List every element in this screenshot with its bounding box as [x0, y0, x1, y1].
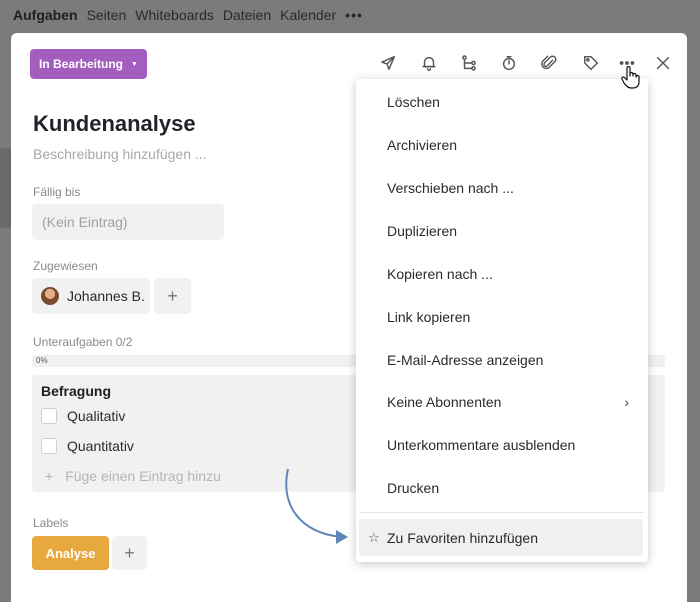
subtasks-progress-text: 0%: [36, 356, 48, 365]
avatar: [41, 287, 59, 305]
menu-item-abonnenten[interactable]: Keine Abonnenten ›: [359, 385, 643, 419]
add-checklist-item[interactable]: + Füge einen Eintrag hinzu: [45, 468, 221, 484]
checklist-item-label[interactable]: Quantitativ: [67, 438, 134, 454]
close-icon[interactable]: [653, 53, 673, 73]
nav-tab-kalender[interactable]: Kalender: [280, 7, 336, 23]
checklist-item-label[interactable]: Qualitativ: [67, 408, 125, 424]
due-label: Fällig bis: [33, 185, 81, 199]
bell-icon[interactable]: [419, 53, 439, 73]
plus-icon: +: [45, 468, 54, 484]
status-button[interactable]: In Bearbeitung ▼: [30, 49, 147, 79]
checklist-item: Quantitativ: [41, 438, 134, 454]
due-date-field[interactable]: (Kein Eintrag): [32, 204, 224, 240]
hand-cursor-icon: [621, 66, 640, 89]
checklist-title[interactable]: Befragung: [41, 383, 111, 399]
subtask-icon[interactable]: [459, 53, 479, 73]
nav-tab-whiteboards[interactable]: Whiteboards: [135, 7, 214, 23]
caret-down-icon: ▼: [131, 60, 138, 68]
annotation-arrow-icon: [285, 468, 348, 544]
assignee-name: Johannes B.: [67, 288, 145, 304]
menu-item-loeschen[interactable]: Löschen: [359, 85, 643, 119]
labels-label: Labels: [33, 516, 69, 530]
assigned-label: Zugewiesen: [33, 259, 98, 273]
menu-item-link-kopieren[interactable]: Link kopieren: [359, 300, 643, 334]
menu-item-kopieren[interactable]: Kopieren nach ...: [359, 257, 643, 291]
app-top-nav: Aufgaben Seiten Whiteboards Dateien Kale…: [0, 0, 700, 30]
menu-item-unterkommentare[interactable]: Unterkommentare ausblenden: [359, 428, 643, 462]
checkbox[interactable]: [41, 408, 57, 424]
chevron-right-icon: ›: [624, 394, 629, 410]
tag-icon[interactable]: [581, 53, 601, 73]
menu-item-email-anzeigen[interactable]: E-Mail-Adresse anzeigen: [359, 343, 643, 377]
timer-icon[interactable]: [499, 53, 519, 73]
menu-item-duplizieren[interactable]: Duplizieren: [359, 214, 643, 248]
label-tag-analyse[interactable]: Analyse: [32, 536, 109, 570]
nav-more-icon[interactable]: •••: [345, 7, 363, 23]
menu-divider: [359, 512, 643, 513]
menu-item-drucken[interactable]: Drucken: [359, 471, 643, 505]
assignee-chip[interactable]: Johannes B.: [32, 278, 150, 314]
nav-tab-dateien[interactable]: Dateien: [223, 7, 271, 23]
paperclip-icon[interactable]: [539, 53, 559, 73]
more-actions-menu: Löschen Archivieren Verschieben nach ...…: [356, 79, 648, 562]
send-icon[interactable]: [378, 53, 398, 73]
checkbox[interactable]: [41, 438, 57, 454]
nav-tab-seiten[interactable]: Seiten: [87, 7, 127, 23]
menu-item-archivieren[interactable]: Archivieren: [359, 128, 643, 162]
menu-item-favoriten-label: Zu Favoriten hinzufügen: [387, 529, 538, 546]
add-label-button[interactable]: +: [112, 536, 147, 570]
description-placeholder[interactable]: Beschreibung hinzufügen ...: [33, 146, 207, 162]
menu-item-abonnenten-label: Keine Abonnenten: [387, 394, 502, 410]
add-assignee-button[interactable]: +: [154, 278, 191, 314]
star-icon: ☆: [368, 529, 380, 545]
menu-item-verschieben[interactable]: Verschieben nach ...: [359, 171, 643, 205]
nav-tab-aufgaben[interactable]: Aufgaben: [13, 7, 78, 23]
status-label: In Bearbeitung: [39, 57, 124, 71]
task-title[interactable]: Kundenanalyse: [33, 111, 196, 137]
menu-item-favoriten[interactable]: ☆ Zu Favoriten hinzufügen: [359, 519, 643, 556]
add-checklist-item-placeholder: Füge einen Eintrag hinzu: [65, 468, 221, 484]
subtasks-label: Unteraufgaben 0/2: [33, 335, 133, 349]
checklist-item: Qualitativ: [41, 408, 125, 424]
